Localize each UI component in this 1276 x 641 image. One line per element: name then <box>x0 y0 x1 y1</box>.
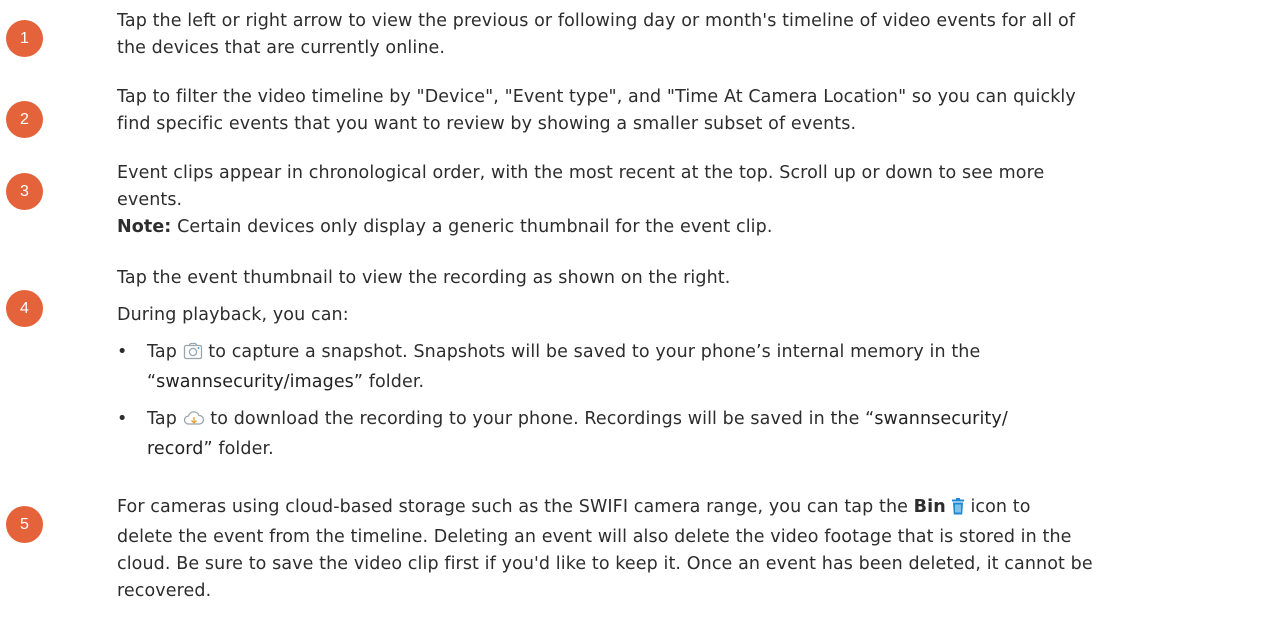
bin-label: Bin <box>913 497 946 517</box>
bullet-download: • Tap to download the recording to your … <box>117 406 1267 463</box>
camera-icon <box>183 342 203 369</box>
text-line: During playback, you can: <box>117 305 349 325</box>
step-text: Tap the event thumbnail to view the reco… <box>117 265 1267 463</box>
step-number-badge: 1 <box>6 20 43 57</box>
bullet-text: ” folder. <box>353 372 425 392</box>
text-line: find specific events that you want to re… <box>117 114 857 134</box>
text-line: Tap the event thumbnail to view the reco… <box>117 268 731 288</box>
step-number-badge: 5 <box>6 506 43 543</box>
step-text: Tap the left or right arrow to view the … <box>117 8 1267 62</box>
text-line: icon to <box>964 497 1031 517</box>
bullet-dot: • <box>117 342 128 362</box>
step-text: For cameras using cloud-based storage su… <box>117 494 1267 605</box>
bullet-text: to download the recording to your phone.… <box>204 409 875 429</box>
bullet-dot: • <box>117 409 128 429</box>
bullet-text: ” folder. <box>203 439 274 459</box>
text-line: events. <box>117 190 183 210</box>
text-line: Tap to filter the video timeline by "Dev… <box>117 87 1076 107</box>
trash-icon <box>951 497 965 524</box>
text-line: cloud. Be sure to save the video clip fi… <box>117 554 1093 574</box>
step-number-badge: 3 <box>6 173 43 210</box>
bullet-text: Tap <box>147 409 183 429</box>
text-line: the devices that are currently online. <box>117 38 446 58</box>
folder-name: record <box>147 439 204 459</box>
text-line: recovered. <box>117 581 212 601</box>
bullet-snapshot: • Tap to capture a snapshot. Snapshots w… <box>117 339 1267 396</box>
folder-name: swannsecurity/ <box>874 409 1008 429</box>
step-text: Event clips appear in chronological orde… <box>117 160 1267 241</box>
bullet-text: to capture a snapshot. Snapshots will be… <box>202 342 981 362</box>
step-text: Tap to filter the video timeline by "Dev… <box>117 84 1267 138</box>
note-label: Note: <box>117 217 172 237</box>
note-line: Note: Certain devices only display a gen… <box>117 214 1267 241</box>
text-line: For cameras using cloud-based storage su… <box>117 497 914 517</box>
bullet-text: Tap <box>147 342 183 362</box>
folder-name: swannsecurity/images <box>156 372 354 392</box>
text-line: Event clips appear in chronological orde… <box>117 163 1045 183</box>
note-text: Certain devices only display a generic t… <box>171 217 773 237</box>
step-number-badge: 2 <box>6 101 43 138</box>
bullet-text: “ <box>147 372 157 392</box>
text-line: Tap the left or right arrow to view the … <box>117 11 1076 31</box>
cloud-download-icon <box>183 409 205 436</box>
text-line: delete the event from the timeline. Dele… <box>117 527 1072 547</box>
step-number-badge: 4 <box>6 290 43 327</box>
